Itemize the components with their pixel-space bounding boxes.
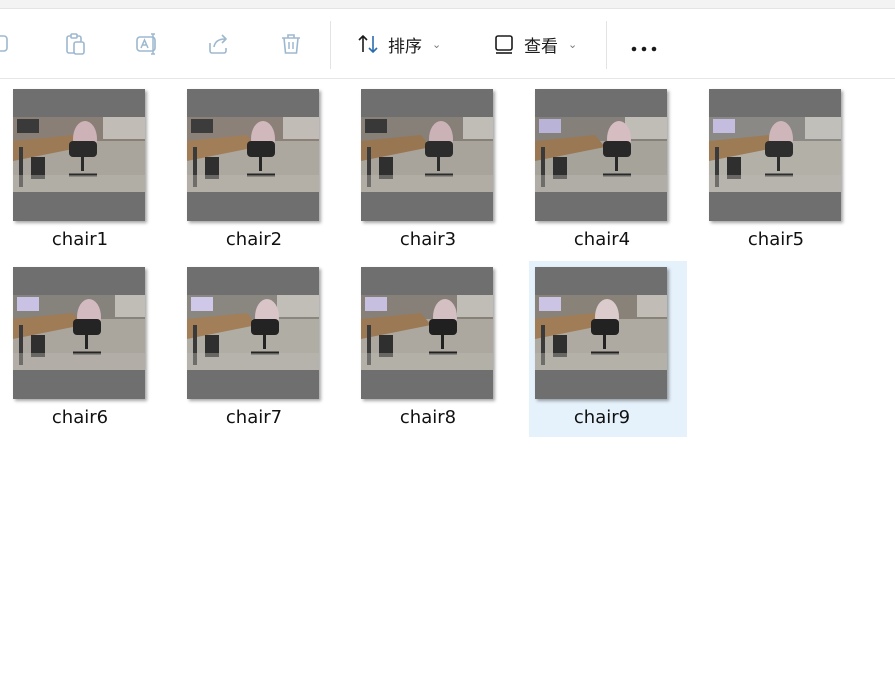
thumbnail-photo (187, 117, 319, 192)
file-name: chair2 (225, 229, 283, 250)
file-grid: chair1 chair2 chair3 chair4 chair5 chair6 chai… (0, 79, 895, 694)
thumbnail-photo (13, 295, 145, 370)
image-thumbnail (361, 267, 493, 399)
image-thumbnail (13, 267, 145, 399)
file-name: chair5 (747, 229, 805, 250)
image-thumbnail (13, 89, 145, 221)
image-thumbnail (187, 89, 319, 221)
view-icon (492, 32, 516, 56)
sort-button[interactable]: 排序 ⌄ (356, 29, 441, 59)
image-thumbnail (535, 267, 667, 399)
view-label: 查看 (524, 36, 558, 57)
thumbnail-photo (361, 117, 493, 192)
file-item[interactable]: chair4 (529, 83, 687, 259)
toolbar-divider (330, 21, 331, 69)
thumbnail-photo (13, 117, 145, 192)
chevron-down-icon: ⌄ (432, 37, 442, 51)
window-top-edge (0, 0, 895, 9)
file-item[interactable]: chair8 (355, 261, 513, 437)
file-item[interactable]: chair1 (7, 83, 165, 259)
paste-icon[interactable] (62, 31, 88, 57)
file-name: chair7 (225, 407, 283, 428)
file-name: chair1 (51, 229, 109, 250)
file-name: chair4 (573, 229, 631, 250)
command-bar: 排序 ⌄ 查看 ⌄ (0, 9, 895, 79)
share-icon[interactable] (206, 31, 232, 57)
delete-icon[interactable] (278, 31, 304, 57)
file-explorer-window: 排序 ⌄ 查看 ⌄ chair1 chair2 chair3 chair4 chair5… (0, 0, 895, 694)
image-thumbnail (709, 89, 841, 221)
view-button[interactable]: 查看 ⌄ (492, 29, 577, 59)
copy-icon[interactable] (0, 31, 14, 57)
file-item[interactable]: chair6 (7, 261, 165, 437)
file-item[interactable]: chair2 (181, 83, 339, 259)
file-item[interactable]: chair5 (703, 83, 861, 259)
file-item[interactable]: chair3 (355, 83, 513, 259)
rename-icon[interactable] (134, 31, 160, 57)
sort-icon (356, 32, 380, 56)
thumbnail-photo (361, 295, 493, 370)
thumbnail-photo (187, 295, 319, 370)
file-name: chair6 (51, 407, 109, 428)
file-item[interactable]: chair9 (529, 261, 687, 437)
image-thumbnail (187, 267, 319, 399)
file-name: chair8 (399, 407, 457, 428)
file-item[interactable]: chair7 (181, 261, 339, 437)
file-name: chair3 (399, 229, 457, 250)
thumbnail-photo (535, 117, 667, 192)
thumbnail-photo (535, 295, 667, 370)
thumbnail-photo (709, 117, 841, 192)
image-thumbnail (361, 89, 493, 221)
toolbar-divider (606, 21, 607, 69)
more-icon[interactable] (630, 39, 658, 52)
image-thumbnail (535, 89, 667, 221)
sort-label: 排序 (388, 36, 422, 57)
file-name: chair9 (573, 407, 631, 428)
chevron-down-icon: ⌄ (568, 37, 578, 51)
